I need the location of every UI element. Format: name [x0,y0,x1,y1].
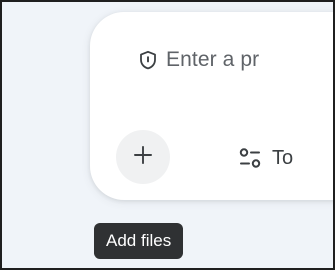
tools-button[interactable]: To [238,142,293,174]
screenshot-frame: Enter a pr To Add files [0,0,335,270]
prompt-input-placeholder[interactable]: Enter a pr [166,48,259,72]
tooltip-text: Add files [106,231,172,250]
tools-sliders-icon [238,146,262,170]
tools-label: To [272,146,294,169]
add-files-tooltip: Add files [94,223,184,259]
prompt-input-row[interactable]: Enter a pr [138,44,259,76]
plus-icon [132,144,154,171]
shield-icon [138,50,158,70]
add-files-button[interactable] [116,130,170,184]
